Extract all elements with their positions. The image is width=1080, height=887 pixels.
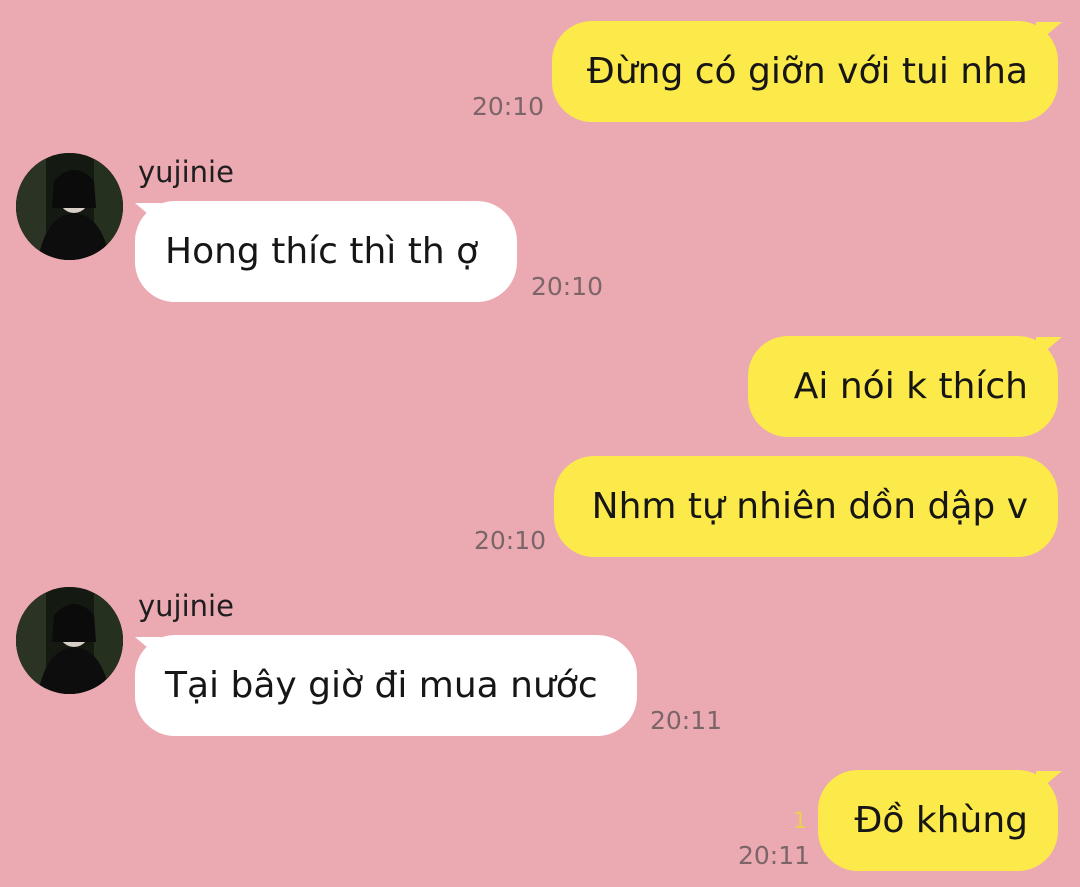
- message-text: Đồ khùng: [854, 800, 1028, 841]
- message-text: Nhm tự nhiên dồn dập v: [591, 486, 1028, 527]
- message-timestamp: 20:11: [650, 706, 723, 735]
- outgoing-message-bubble[interactable]: Ai nói k thích: [748, 336, 1058, 437]
- incoming-message-bubble[interactable]: Tại bây giờ đi mua nước: [135, 635, 637, 736]
- incoming-message-bubble[interactable]: Hong thíc thì th ợ: [135, 201, 517, 302]
- contact-avatar[interactable]: [16, 587, 123, 694]
- outgoing-message-bubble[interactable]: Đồ khùng: [818, 770, 1058, 871]
- message-timestamp: 20:10: [531, 272, 604, 301]
- outgoing-message-bubble[interactable]: Đừng có giỡn với tui nha: [552, 21, 1058, 122]
- message-text: Tại bây giờ đi mua nước: [165, 665, 598, 706]
- message-text: Ai nói k thích: [793, 366, 1028, 407]
- message-text: Đừng có giỡn với tui nha: [586, 51, 1028, 92]
- unread-count: 1: [793, 809, 807, 834]
- sender-name: yujinie: [138, 589, 234, 623]
- outgoing-message-bubble[interactable]: Nhm tự nhiên dồn dập v: [554, 456, 1058, 557]
- contact-avatar[interactable]: [16, 153, 123, 260]
- message-text: Hong thíc thì th ợ: [165, 231, 479, 272]
- message-timestamp: 20:10: [474, 526, 547, 555]
- sender-name: yujinie: [138, 155, 234, 189]
- message-timestamp: 20:11: [738, 841, 811, 870]
- message-timestamp: 20:10: [472, 92, 545, 121]
